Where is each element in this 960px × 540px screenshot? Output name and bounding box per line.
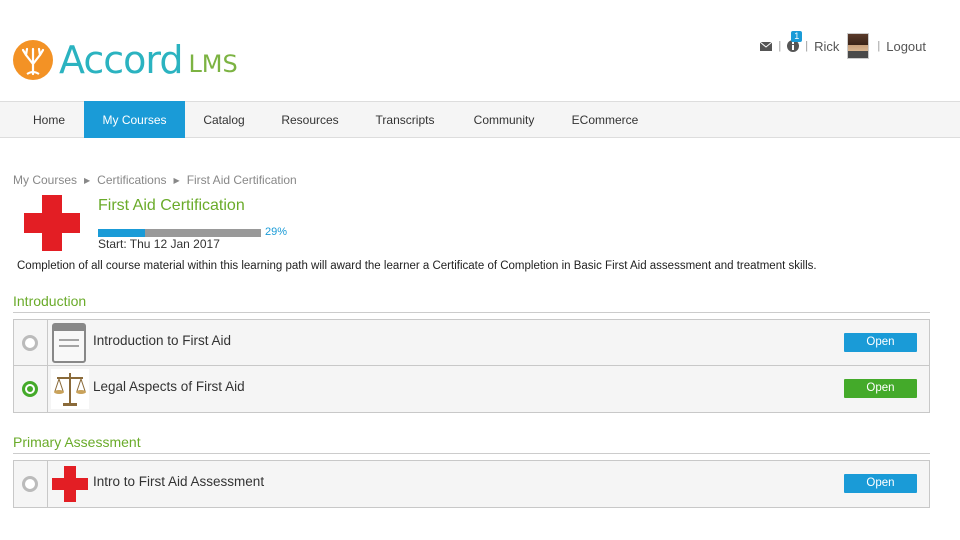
user-toolbar: | 1 | Rick | Logout — [760, 31, 926, 59]
nav-item-transcripts[interactable]: Transcripts — [362, 102, 448, 138]
page-title: First Aid Certification — [98, 197, 245, 214]
main-nav: Home My Courses Catalog Resources Transc… — [0, 101, 960, 138]
item-title[interactable]: Legal Aspects of First Aid — [93, 379, 245, 394]
username-link[interactable]: Rick — [814, 39, 839, 54]
progress-percent: 29% — [265, 226, 288, 238]
breadcrumb-arrow-icon: ▶ — [173, 175, 180, 185]
progress-fill — [98, 229, 146, 237]
nav-item-resources[interactable]: Resources — [270, 102, 350, 138]
notification-badge: 1 — [791, 31, 803, 42]
nav-item-my-courses[interactable]: My Courses — [84, 101, 185, 138]
list-item: Introduction to First Aid Open — [14, 320, 929, 366]
scales-icon — [51, 369, 89, 409]
tree-logo-icon — [13, 40, 53, 80]
progress-bar — [98, 229, 261, 237]
list-item: Legal Aspects of First Aid Open — [14, 366, 929, 412]
status-cell — [14, 366, 48, 412]
breadcrumb-current: First Aid Certification — [186, 173, 297, 187]
open-button[interactable]: Open — [844, 379, 917, 398]
section-divider — [13, 453, 930, 454]
open-button[interactable]: Open — [844, 333, 917, 352]
avatar[interactable] — [847, 33, 870, 59]
notifications-button[interactable]: 1 — [787, 31, 803, 52]
brand-name: Accord — [59, 38, 183, 82]
course-description: Completion of all course material within… — [17, 260, 817, 272]
item-title[interactable]: Intro to First Aid Assessment — [93, 474, 264, 489]
section-title: Introduction — [13, 293, 87, 309]
separator: | — [805, 40, 809, 52]
brand-logo[interactable]: Accord LMS — [13, 40, 238, 80]
breadcrumb-arrow-icon: ▶ — [84, 175, 91, 185]
brand-suffix: LMS — [188, 50, 238, 78]
section-divider — [13, 312, 930, 313]
red-cross-icon — [24, 195, 80, 251]
status-cell — [14, 320, 48, 365]
status-radio-icon — [22, 476, 38, 492]
book-icon — [52, 323, 86, 363]
nav-item-home[interactable]: Home — [18, 102, 80, 138]
open-button[interactable]: Open — [844, 474, 917, 493]
section-title: Primary Assessment — [13, 434, 141, 450]
status-cell — [14, 461, 48, 507]
red-cross-icon — [52, 466, 88, 502]
item-title[interactable]: Introduction to First Aid — [93, 333, 231, 348]
completed-radio-icon — [22, 381, 38, 397]
mail-icon[interactable] — [760, 41, 773, 51]
section-items: Intro to First Aid Assessment Open — [13, 460, 930, 508]
breadcrumb-link[interactable]: Certifications — [97, 173, 166, 187]
list-item: Intro to First Aid Assessment Open — [14, 461, 929, 507]
nav-item-ecommerce[interactable]: ECommerce — [562, 102, 648, 138]
separator: | — [877, 40, 881, 52]
nav-item-catalog[interactable]: Catalog — [190, 102, 258, 138]
start-date: Start: Thu 12 Jan 2017 — [98, 237, 220, 251]
nav-item-community[interactable]: Community — [460, 102, 548, 138]
separator: | — [778, 40, 782, 52]
status-radio-icon — [22, 335, 38, 351]
breadcrumb: My Courses ▶ Certifications ▶ First Aid … — [13, 173, 297, 187]
section-items: Introduction to First Aid Open Legal Asp… — [13, 319, 930, 413]
breadcrumb-link[interactable]: My Courses — [13, 173, 77, 187]
logout-link[interactable]: Logout — [886, 39, 926, 54]
